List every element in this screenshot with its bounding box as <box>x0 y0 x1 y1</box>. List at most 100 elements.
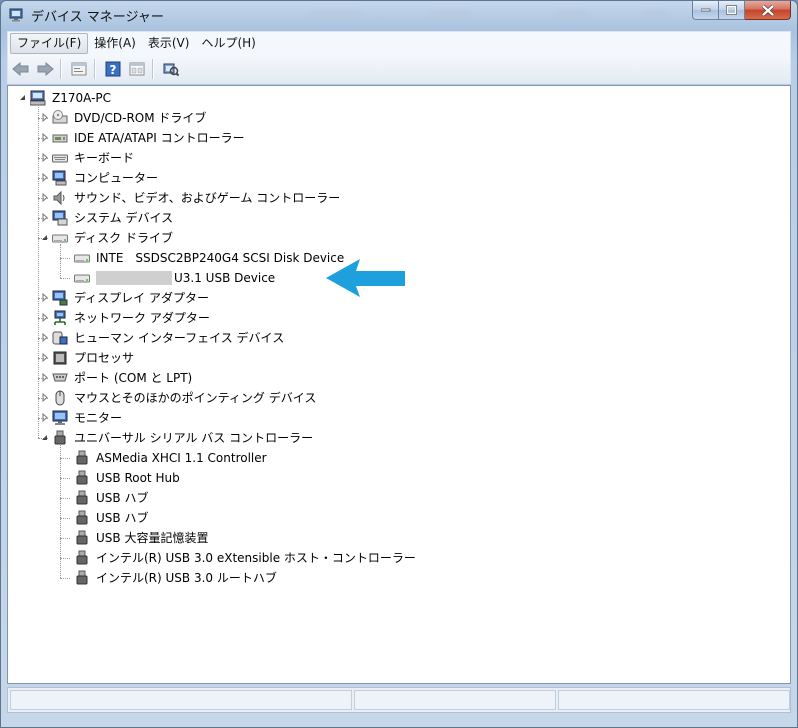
device-manager-window: デバイス マネージャー ファイル(F) 操作(A) 表示(V) ヘルプ(H) ?… <box>0 0 798 728</box>
usb-icon <box>76 550 88 565</box>
tree-category-label: ユニバーサル シリアル バス コントローラー <box>74 431 314 445</box>
usb-icon <box>76 510 88 525</box>
tree-device-label: U3.1 USB Device <box>174 271 276 285</box>
tree-category-label: サウンド、ビデオ、およびゲーム コントローラー <box>74 191 341 205</box>
hid-icon <box>52 331 68 345</box>
tree-guide <box>60 558 70 559</box>
tree-device-label: USB 大容量記憶装置 <box>96 531 209 545</box>
tree-guide <box>60 578 70 579</box>
redacted-text <box>96 271 172 285</box>
expand-arrow-icon[interactable] <box>40 113 49 122</box>
status-pane <box>558 690 790 710</box>
blurred-background <box>311 10 361 20</box>
properties-button[interactable] <box>68 58 90 80</box>
forward-button[interactable] <box>34 58 56 80</box>
expand-arrow-icon[interactable] <box>40 213 49 222</box>
expand-arrow-icon[interactable] <box>40 173 49 182</box>
tree-device-label: インテル(R) USB 3.0 eXtensible ホスト・コントローラー <box>96 551 416 565</box>
tree-device-label: INTE SSDSC2BP240G4 SCSI Disk Device <box>96 251 345 265</box>
expand-arrow-icon[interactable] <box>40 373 49 382</box>
status-bar <box>7 687 791 713</box>
tree-category-label: キーボード <box>74 151 135 165</box>
scan-hardware-button[interactable] <box>160 58 182 80</box>
tree-category-label: ポート (COM と LPT) <box>74 371 193 385</box>
expand-arrow-icon[interactable] <box>40 153 49 162</box>
back-icon <box>12 62 29 76</box>
system-device-icon <box>52 210 68 226</box>
tree-device-label: USB Root Hub <box>96 471 180 485</box>
expand-arrow-icon[interactable] <box>40 193 49 202</box>
tree-guide <box>38 104 39 438</box>
menu-file[interactable]: ファイル(F) <box>10 33 89 54</box>
maximize-icon <box>726 5 737 15</box>
mouse-icon <box>55 390 65 406</box>
tree-category-label: ネットワーク アダプター <box>74 311 210 325</box>
show-hide-button[interactable] <box>126 58 148 80</box>
menu-bar: ファイル(F) 操作(A) 表示(V) ヘルプ(H) <box>7 31 791 56</box>
tree-guide <box>60 444 61 578</box>
monitor-icon <box>52 410 68 425</box>
port-icon <box>52 373 68 382</box>
toolbar: ? <box>7 55 791 84</box>
toolbar-separator <box>60 59 62 79</box>
processor-icon <box>53 351 67 365</box>
tree-category-label: コンピューター <box>74 171 159 185</box>
sound-icon <box>53 190 65 206</box>
expand-arrow-icon[interactable] <box>40 413 49 422</box>
tree-guide <box>60 458 70 459</box>
forward-icon <box>37 62 54 76</box>
keyboard-icon <box>52 154 68 163</box>
tree-category-label: DVD/CD-ROM ドライブ <box>74 111 207 125</box>
blurred-background <box>431 10 471 20</box>
properties-icon <box>71 62 87 76</box>
help-icon: ? <box>105 61 121 77</box>
tree-category-label: モニター <box>74 411 123 425</box>
dvd-drive-icon <box>52 110 68 124</box>
collapse-arrow-icon[interactable] <box>18 93 27 102</box>
tree-guide <box>60 498 70 499</box>
tree-device-label: ASMedia XHCI 1.1 Controller <box>96 451 267 465</box>
blurred-background <box>641 10 666 20</box>
expand-arrow-icon[interactable] <box>40 133 49 142</box>
tree-category-label: ディスク ドライブ <box>74 231 173 245</box>
expand-arrow-icon[interactable] <box>40 353 49 362</box>
tree-device-label: インテル(R) USB 3.0 ルートハブ <box>96 571 277 585</box>
back-button[interactable] <box>10 58 32 80</box>
minimize-icon <box>700 8 710 12</box>
disk-drive-icon <box>74 274 90 283</box>
close-button[interactable] <box>745 1 791 20</box>
toolbar-separator <box>94 59 96 79</box>
tree-category-label: ディスプレイ アダプター <box>74 291 209 305</box>
menu-help[interactable]: ヘルプ(H) <box>195 33 261 54</box>
title-bar[interactable]: デバイス マネージャー <box>1 1 797 29</box>
menu-view[interactable]: 表示(V) <box>142 33 196 54</box>
collapse-arrow-icon[interactable] <box>40 233 49 242</box>
usb-icon <box>76 470 88 485</box>
close-icon <box>761 4 774 16</box>
svg-text:?: ? <box>110 63 117 77</box>
tree-category-label: プロセッサ <box>74 351 135 365</box>
toolbar-separator <box>152 59 154 79</box>
display-adapter-icon <box>52 290 68 306</box>
help-button[interactable]: ? <box>102 58 124 80</box>
device-manager-icon <box>9 8 23 22</box>
collapse-arrow-icon[interactable] <box>40 433 49 442</box>
tree-category-label: ヒューマン インターフェイス デバイス <box>74 331 285 345</box>
tree-device-label: USB ハブ <box>96 511 149 525</box>
tree-category-label: システム デバイス <box>74 211 174 225</box>
menu-action[interactable]: 操作(A) <box>88 33 142 54</box>
maximize-button[interactable] <box>719 1 745 20</box>
disk-drive-icon <box>74 254 90 263</box>
scan-hardware-icon <box>163 63 179 77</box>
expand-arrow-icon[interactable] <box>40 293 49 302</box>
expand-arrow-icon[interactable] <box>40 333 49 342</box>
expand-arrow-icon[interactable] <box>40 393 49 402</box>
minimize-button[interactable] <box>692 1 719 20</box>
window-title: デバイス マネージャー <box>31 10 164 25</box>
device-tree[interactable]: Z170A-PC DVD/CD-ROM ドライブ IDE ATA/ATAPI コント… <box>7 85 791 684</box>
tree-category-label: IDE ATA/ATAPI コントローラー <box>74 131 245 145</box>
tree-guide <box>60 278 70 279</box>
computer-icon <box>52 170 67 186</box>
expand-arrow-icon[interactable] <box>40 313 49 322</box>
ide-controller-icon <box>52 134 68 143</box>
